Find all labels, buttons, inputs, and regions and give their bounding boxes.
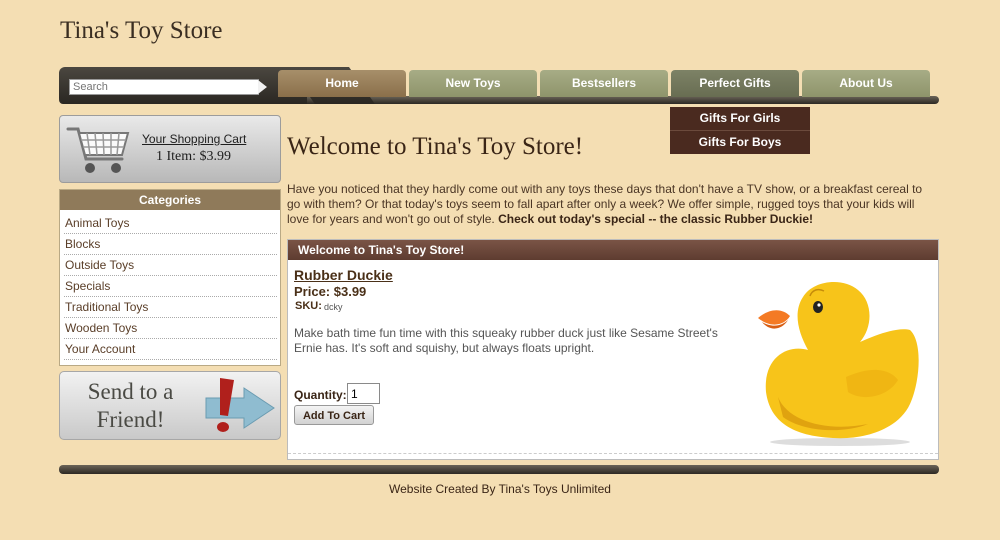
- category-your-account[interactable]: Your Account: [64, 339, 277, 360]
- product-panel-heading: Welcome to Tina's Toy Store!: [288, 240, 938, 260]
- quantity-label: Quantity:: [294, 388, 347, 402]
- category-traditional-toys[interactable]: Traditional Toys: [64, 297, 277, 318]
- arrow-exclamation-icon: [205, 378, 275, 432]
- tab-new-toys[interactable]: New Toys: [409, 70, 537, 97]
- shopping-cart-link[interactable]: Your Shopping Cart: [142, 132, 246, 146]
- product-price: Price: $3.99: [294, 284, 367, 299]
- tab-bestsellers[interactable]: Bestsellers: [540, 70, 668, 97]
- product-description: Make bath time fun time with this squeak…: [294, 326, 718, 355]
- tab-about-us[interactable]: About Us: [802, 70, 930, 97]
- product-panel-divider: [288, 453, 938, 454]
- category-wooden-toys[interactable]: Wooden Toys: [64, 318, 277, 339]
- category-specials[interactable]: Specials: [64, 276, 277, 297]
- footer-credit: Website Created By Tina's Toys Unlimited: [389, 482, 611, 496]
- tab-perfect-gifts[interactable]: Perfect Gifts: [671, 70, 799, 97]
- shopping-cart-icon: [66, 127, 130, 173]
- cart-item-summary: 1 Item: $3.99: [156, 149, 232, 164]
- categories-heading: Categories: [60, 190, 280, 210]
- send-to-friend-text: Send to a Friend!: [68, 378, 193, 434]
- tab-home[interactable]: Home: [278, 70, 406, 97]
- featured-product-panel: Welcome to Tina's Toy Store! Rubber Duck…: [287, 239, 939, 460]
- rubber-duck-image: [758, 281, 919, 446]
- dropdown-item-gifts-for-boys[interactable]: Gifts For Boys: [670, 130, 810, 154]
- send-to-friend-banner[interactable]: Send to a Friend!: [59, 371, 281, 440]
- main-navbar: Home New Toys Bestsellers Perfect Gifts …: [59, 67, 939, 107]
- footer-bar: [59, 465, 939, 474]
- categories-list: Animal Toys Blocks Outside Toys Specials…: [60, 213, 280, 360]
- perfect-gifts-dropdown: Gifts For Girls Gifts For Boys: [670, 107, 810, 154]
- search-submit-arrow-icon[interactable]: [258, 80, 267, 94]
- site-title: Tina's Toy Store: [60, 17, 223, 44]
- category-outside-toys[interactable]: Outside Toys: [64, 255, 277, 276]
- category-blocks[interactable]: Blocks: [64, 234, 277, 255]
- intro-highlight: Check out today's special -- the classic…: [498, 212, 814, 226]
- intro-paragraph: Have you noticed that they hardly come o…: [287, 182, 937, 227]
- product-name-link[interactable]: Rubber Duckie: [294, 267, 393, 283]
- quantity-input[interactable]: [347, 383, 380, 404]
- page-heading: Welcome to Tina's Toy Store!: [287, 133, 584, 160]
- shopping-cart-box[interactable]: Your Shopping Cart 1 Item: $3.99: [59, 115, 281, 183]
- send-to-friend-line1: Send to a: [87, 379, 174, 404]
- category-animal-toys[interactable]: Animal Toys: [64, 213, 277, 234]
- send-to-friend-line2: Friend!: [96, 407, 165, 432]
- dropdown-item-gifts-for-girls[interactable]: Gifts For Girls: [670, 107, 810, 130]
- categories-panel: Categories Animal Toys Blocks Outside To…: [59, 189, 281, 366]
- search-input[interactable]: [69, 79, 259, 95]
- add-to-cart-button[interactable]: Add To Cart: [294, 405, 374, 425]
- product-sku: dcky: [324, 302, 343, 312]
- product-sku-label: SKU:: [295, 300, 322, 312]
